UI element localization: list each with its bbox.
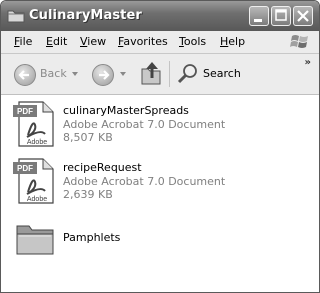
forward-dropdown-icon[interactable]	[120, 72, 126, 76]
file-item[interactable]: PDF Adobe culinaryMasterSpreads Adobe Ac…	[1, 99, 319, 147]
toolbar-separator	[169, 61, 170, 87]
back-button[interactable]	[14, 64, 36, 86]
toolbar-overflow-icon[interactable]: »	[305, 57, 311, 68]
menu-file[interactable]: File	[14, 35, 32, 48]
close-button[interactable]	[293, 6, 313, 26]
maximize-button[interactable]	[271, 6, 291, 26]
back-dropdown-icon[interactable]	[72, 72, 78, 76]
search-label[interactable]: Search	[203, 67, 241, 80]
pdf-tag: PDF	[17, 107, 33, 116]
menu-view[interactable]: View	[80, 35, 106, 48]
folder-icon	[7, 10, 25, 23]
menu-tools[interactable]: Tools	[179, 35, 206, 48]
back-label: Back	[40, 67, 67, 80]
adobe-tag: Adobe	[27, 196, 47, 203]
menu-favorites[interactable]: Favorites	[118, 35, 168, 48]
menu-edit[interactable]: Edit	[46, 35, 67, 48]
minimize-icon	[254, 19, 262, 22]
minimize-button[interactable]	[249, 6, 269, 26]
file-size: 2,639 KB	[63, 188, 113, 201]
menu-help[interactable]: Help	[220, 35, 245, 48]
file-name: recipeRequest	[63, 161, 142, 174]
menu-bar: File Edit View Favorites Tools Help	[1, 31, 319, 54]
file-size: 8,507 KB	[63, 131, 113, 144]
folder-item[interactable]: Pamphlets	[1, 216, 319, 260]
back-arrow-icon	[18, 70, 29, 80]
file-item[interactable]: PDF Adobe recipeRequest Adobe Acrobat 7.…	[1, 156, 319, 204]
close-icon	[297, 10, 309, 22]
title-bar[interactable]: CulinaryMaster	[1, 1, 319, 31]
forward-arrow-icon	[99, 70, 110, 80]
forward-button[interactable]	[92, 64, 114, 86]
file-name: culinaryMasterSpreads	[63, 104, 189, 117]
folder-icon	[16, 225, 54, 255]
pdf-tag: PDF	[17, 164, 33, 173]
file-type: Adobe Acrobat 7.0 Document	[63, 175, 226, 188]
window-title: CulinaryMaster	[29, 8, 142, 23]
search-icon[interactable]	[176, 62, 200, 86]
maximize-icon	[275, 9, 287, 21]
explorer-window: CulinaryMaster File Edit View Favorites …	[0, 0, 320, 293]
up-folder-icon[interactable]	[140, 60, 164, 86]
pdf-icon: PDF Adobe	[13, 101, 54, 147]
file-type: Adobe Acrobat 7.0 Document	[63, 118, 226, 131]
folder-name: Pamphlets	[63, 231, 121, 244]
adobe-tag: Adobe	[27, 139, 47, 146]
pdf-icon: PDF Adobe	[13, 158, 54, 204]
windows-logo-icon	[290, 35, 308, 48]
